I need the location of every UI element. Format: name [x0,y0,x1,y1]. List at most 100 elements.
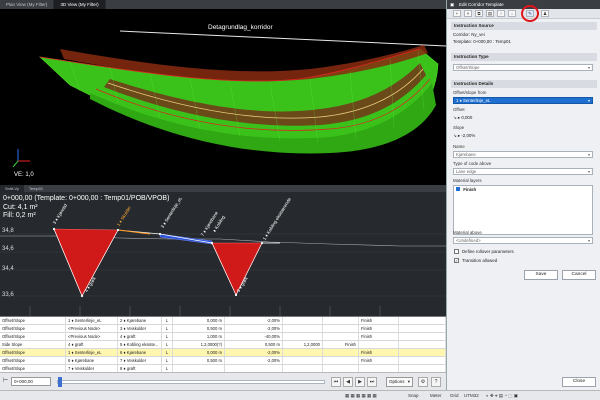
name-label: Name [453,144,465,149]
table-cell: 1,2,0000(?) [173,341,225,348]
table-cell [399,317,446,324]
table-cell: -2,00% [225,317,283,324]
table-cell [359,365,399,372]
transition-allowed-checkbox[interactable]: ✓ [454,258,459,263]
status-icons: ▦ ▦ ▦ ▦ ▦ ▦ [345,393,377,398]
table-row[interactable]: Offset/Slope 1 ♦ Senterlinje_eL 2 ♦ Kjør… [0,317,446,325]
table-cell: 6 ♦ Kjørebane [66,357,118,364]
cancel-button[interactable]: Cancel [562,270,596,280]
cross-section-info: 0+000,00 (Template: 0+000,00 : Temp01/PO… [3,195,169,221]
list-item[interactable]: Finish [456,187,476,192]
help-button[interactable]: ? [431,377,441,387]
move-up-icon[interactable]: ↑ [497,10,505,17]
paste-icon[interactable]: ▤ [486,10,494,17]
table-cell: Offset/Slope [0,333,66,340]
table-cell: 1,2,0000 [283,341,323,348]
corridor-name-text: Corridor: Ny_vei [453,32,485,37]
options-dropdown[interactable]: Options ▾ [386,377,413,387]
copy-icon[interactable]: ⧉ [475,10,483,17]
template-name-text: Template: 0+000,00 : Temp01 [453,39,511,44]
close-button[interactable]: Close [562,377,596,387]
table-cell: Offset/Slope [0,325,66,332]
3d-view-viewport[interactable]: Detagrundlag_korridor VE: 1,0 [0,9,446,185]
tab-plan-view[interactable]: Plan View (My Filter) [0,0,55,9]
table-cell [283,325,323,332]
delete-instruction-icon[interactable]: × [464,10,472,17]
previous-station-button[interactable]: ◀ [343,377,353,387]
name-select[interactable]: Kjørebane ▾ [453,151,593,158]
axis-triad-icon [12,149,30,168]
table-cell: 7 ♦ Veiskulder [118,357,162,364]
table-cell: 3 ♦ Veiskulder [118,325,162,332]
table-row[interactable]: Offset/Slope 6 ♦ Kjørebane 7 ♦ Veiskulde… [0,357,446,365]
offset-value: 0,000 [461,115,473,120]
app-window: Plan View (My Filter) 3D View (My Filter… [0,0,600,400]
table-cell: Finish [359,357,399,364]
grid-label[interactable]: Grid [450,393,459,398]
table-cell [399,333,446,340]
code-type-select[interactable]: Lane edge ▾ [453,168,593,175]
cross-section-ticks [29,306,381,316]
tab-template[interactable]: Temp01 [24,185,48,192]
table-cell: 6 ♦ Kjørebane [118,349,162,356]
table-row[interactable]: Offset/Slope <Previous Node> 3 ♦ Veiskul… [0,325,446,333]
transition-allowed-label: Transition allowed [462,258,498,263]
instruction-type-select[interactable]: Offset/Slope ▾ [453,64,593,71]
slope-value-field[interactable]: ↘ ▸ -2,00% [453,133,475,139]
status-tools-icons[interactable]: ◐ ✥ ⌖ ▤ ◔ ⬚ ▣ [486,393,518,399]
offset-from-select[interactable]: 1 ♦ Senterlinje_eL ▾ [453,97,593,104]
tab-3d-view[interactable]: 3D View (My Filter) [54,0,106,9]
table-cell [399,357,446,364]
define-rollover-checkbox[interactable] [454,249,459,254]
table-cell [173,365,225,372]
table-row[interactable]: Offset/Slope 7 ♦ Veiskulder 8 ♦ grøft L [0,365,446,372]
table-row[interactable]: Offset/Slope <Previous Node> 4 ♦ grøft L… [0,333,446,341]
user-icon[interactable]: ♟ [541,10,549,17]
table-cell: 0,500 m [173,357,225,364]
move-down-icon[interactable]: ↓ [508,10,516,17]
station-ruler-icon[interactable]: ⊢ [3,377,8,384]
station-slider-thumb[interactable] [58,377,62,387]
table-cell: -2,00% [225,357,283,364]
code-type-value: Lane edge [456,169,477,174]
table-cell: -2,00% [225,349,283,356]
material-item-label: Finish [463,187,477,192]
table-row-selected[interactable]: Offset/Slope 1 ♦ Senterlinje_eL 6 ♦ Kjør… [0,349,446,357]
first-station-button[interactable]: ⏮ [331,377,341,387]
material-layers-list[interactable]: Finish [453,185,593,235]
chevron-down-icon: ▾ [587,98,590,103]
table-row[interactable]: Side Slope 4 ♦ grøft 5 ♦ Kobling eksiste… [0,341,446,349]
cross-section-view[interactable]: 0+000,00 (Template: 0+000,00 : Temp01/PO… [0,192,446,316]
next-station-button[interactable]: ▶ [355,377,365,387]
slope-value: -2,00% [461,133,476,138]
table-cell [399,349,446,356]
table-cell: 2 ♦ Kjørebane [118,317,162,324]
station-slider-track[interactable] [57,380,325,384]
code-type-label: Type of code above [453,161,492,166]
y-tick-label: 34,4 [2,266,14,272]
station-input[interactable]: 0+000,00 [11,377,51,386]
tab-cross-section[interactable]: Snitt-Vy [0,185,24,192]
settings-button[interactable]: ⚙ [418,377,428,387]
panel-title-label: Edit Corridor Template [459,2,504,7]
offset-value-field[interactable]: ↘ ▸ 0,000 [453,115,472,121]
units-label[interactable]: Meter [430,393,442,398]
material-above-select[interactable]: <Undefined> ▾ [453,237,593,244]
table-cell [283,357,323,364]
save-button[interactable]: Save [524,270,558,280]
add-instruction-icon[interactable]: + [453,10,461,17]
table-cell: L [162,333,173,340]
snap-toggle[interactable]: Snap [408,393,419,398]
coordinate-system-label[interactable]: UTM32 [464,393,479,398]
instruction-type-header: Instruction Type [451,53,597,61]
vertical-exaggeration-label: VE: 1,0 [14,172,34,178]
table-cell: Finish [359,333,399,340]
table-cell [323,317,359,324]
last-station-button[interactable]: ⏭ [367,377,377,387]
material-above-label: Material above [453,230,482,235]
table-cell: Finish [359,349,399,356]
table-cell: 1 ♦ Senterlinje_eL [66,317,118,324]
table-cell: 0,000 m [173,349,225,356]
table-cell [323,365,359,372]
table-cell [283,333,323,340]
